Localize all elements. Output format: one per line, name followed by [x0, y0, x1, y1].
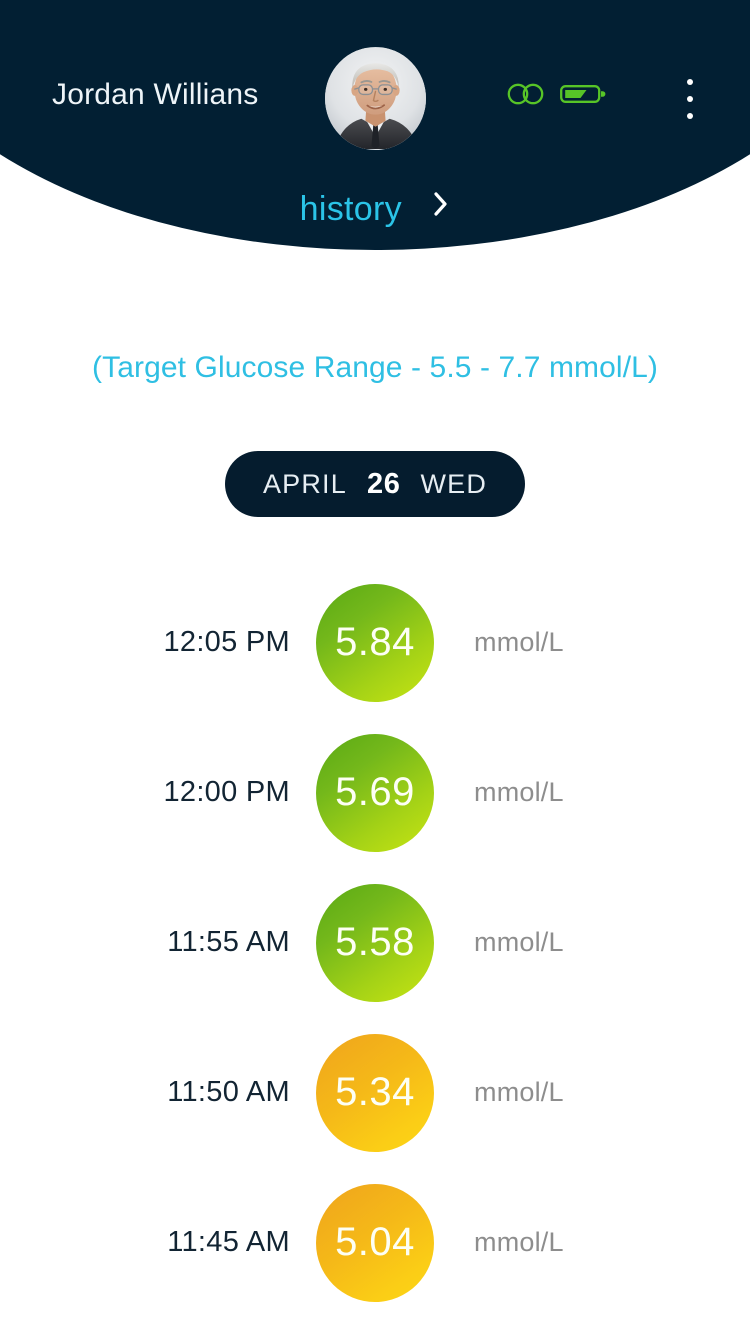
infinity-icon — [506, 82, 546, 111]
app-screen: Jordan Willians history (Target Glucose … — [0, 0, 750, 1334]
user-name: Jordan Willians — [52, 78, 259, 111]
avatar[interactable] — [325, 47, 426, 150]
reading-unit: mmol/L — [474, 777, 564, 807]
reading-value-bubble[interactable]: 5.58 — [316, 884, 434, 1002]
menu-dot — [687, 79, 693, 85]
reading-unit: mmol/L — [474, 1077, 564, 1107]
date-weekday: WED — [420, 468, 488, 499]
reading-value-bubble[interactable]: 5.84 — [316, 584, 434, 702]
reading-time: 11:45 AM — [167, 1226, 290, 1258]
reading-row[interactable]: 12:00 PM 5.69 mmol/L — [0, 734, 750, 884]
history-label: history — [299, 190, 402, 228]
reading-value: 5.69 — [335, 770, 415, 814]
battery-icon — [560, 82, 606, 111]
date-month: APRIL — [262, 468, 347, 499]
overflow-menu-icon[interactable] — [683, 79, 697, 119]
menu-dot — [687, 96, 693, 102]
reading-time: 11:55 AM — [167, 926, 290, 958]
date-day: 26 — [366, 467, 401, 500]
readings-list: 12:05 PM 5.84 mmol/L 12:00 PM 5.69 mmol/… — [0, 584, 750, 1334]
reading-unit: mmol/L — [474, 627, 564, 657]
avatar-photo — [325, 48, 426, 149]
target-glucose-range: (Target Glucose Range - 5.5 - 7.7 mmol/L… — [92, 351, 658, 384]
reading-unit: mmol/L — [474, 1227, 564, 1257]
header-content: Jordan Willians history — [0, 0, 750, 252]
reading-value-bubble[interactable]: 5.04 — [316, 1184, 434, 1302]
reading-value: 5.58 — [335, 920, 415, 964]
reading-value: 5.34 — [335, 1070, 415, 1114]
menu-dot — [687, 113, 693, 119]
reading-row[interactable]: 11:55 AM 5.58 mmol/L — [0, 884, 750, 1034]
app-header: Jordan Willians history — [0, 0, 750, 252]
reading-value: 5.04 — [335, 1220, 415, 1264]
reading-value-bubble[interactable]: 5.34 — [316, 1034, 434, 1152]
chevron-right-icon — [432, 190, 450, 223]
reading-row[interactable]: 11:50 AM 5.34 mmol/L — [0, 1034, 750, 1184]
reading-time: 11:50 AM — [167, 1076, 290, 1108]
reading-unit: mmol/L — [474, 927, 564, 957]
reading-value-bubble[interactable]: 5.69 — [316, 734, 434, 852]
reading-time: 12:05 PM — [163, 626, 290, 658]
date-selector[interactable]: APRIL 26 WED — [225, 451, 525, 517]
history-link[interactable]: history — [0, 190, 750, 229]
status-icons — [506, 82, 606, 111]
reading-time: 12:00 PM — [163, 776, 290, 808]
reading-row[interactable]: 11:45 AM 5.04 mmol/L — [0, 1184, 750, 1334]
reading-row[interactable]: 12:05 PM 5.84 mmol/L — [0, 584, 750, 734]
reading-value: 5.84 — [335, 620, 415, 664]
